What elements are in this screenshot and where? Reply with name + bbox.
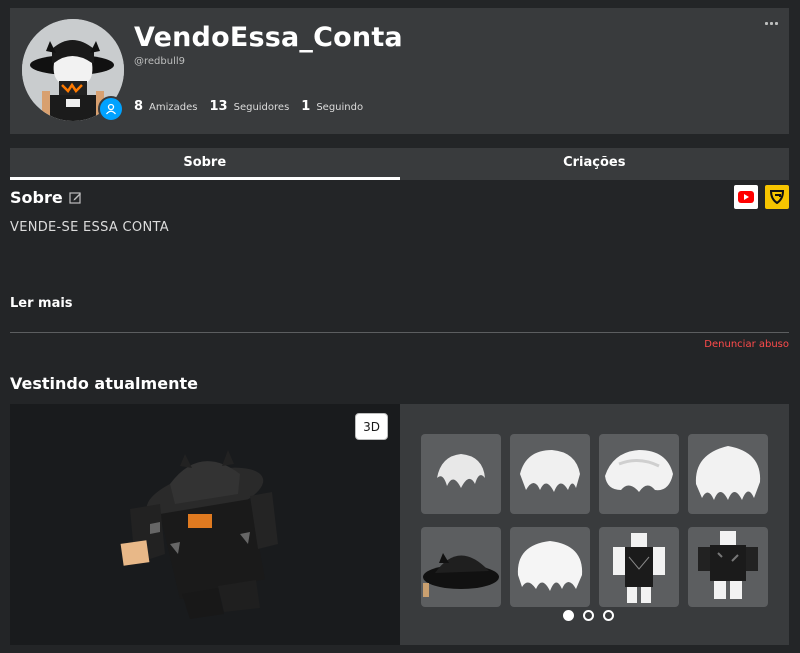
stat-value: 13 [209, 99, 228, 114]
about-description: VENDE-SE ESSA CONTA [10, 220, 169, 235]
carousel-pagination [563, 610, 614, 621]
about-section-title: Sobre [10, 188, 82, 207]
edit-icon[interactable] [69, 191, 82, 204]
display-name: VendoEssa_Conta [134, 22, 403, 53]
stat-friends[interactable]: 8 Amizades [134, 99, 198, 114]
page-dot-1[interactable] [563, 610, 574, 621]
stat-label: Amizades [149, 102, 198, 113]
guilded-icon[interactable] [765, 185, 789, 209]
currently-wearing-title: Vestindo atualmente [10, 374, 198, 393]
stat-followers[interactable]: 13 Seguidores [210, 99, 290, 114]
username: @redbull9 [134, 56, 185, 67]
shirt-item[interactable] [688, 527, 768, 607]
profile-stats: 8 Amizades 13 Seguidores 1 Seguindo [134, 99, 363, 114]
divider [10, 332, 789, 333]
profile-tabs: Sobre Criações [10, 148, 789, 180]
more-options-icon[interactable] [765, 18, 781, 28]
online-person-icon [98, 96, 124, 122]
hair-item[interactable] [688, 434, 768, 514]
page-dot-3[interactable] [603, 610, 614, 621]
avatar-render [120, 450, 278, 619]
hat-item[interactable] [421, 527, 501, 607]
avatar-3d-viewer[interactable]: 3D [10, 404, 400, 645]
stat-following[interactable]: 1 Seguindo [301, 99, 363, 114]
stat-label: Seguindo [316, 102, 364, 113]
tab-creations[interactable]: Criações [400, 148, 790, 180]
wearing-items-panel [400, 404, 789, 645]
stat-value: 1 [301, 99, 311, 114]
hair-item[interactable] [510, 527, 590, 607]
read-more-link[interactable]: Ler mais [10, 296, 73, 311]
youtube-icon[interactable] [734, 185, 758, 209]
about-heading: Sobre [10, 188, 63, 207]
tab-about[interactable]: Sobre [10, 148, 400, 180]
stat-label: Seguidores [233, 102, 290, 113]
report-abuse-link[interactable]: Denunciar abuso [704, 339, 789, 350]
page-dot-2[interactable] [583, 610, 594, 621]
profile-header: VendoEssa_Conta @redbull9 8 Amizades 13 … [10, 8, 789, 134]
hair-item[interactable] [421, 434, 501, 514]
stat-value: 8 [134, 99, 144, 114]
hair-item[interactable] [599, 434, 679, 514]
shirt-item[interactable] [599, 527, 679, 607]
hair-item[interactable] [510, 434, 590, 514]
toggle-3d-button[interactable]: 3D [355, 413, 388, 440]
